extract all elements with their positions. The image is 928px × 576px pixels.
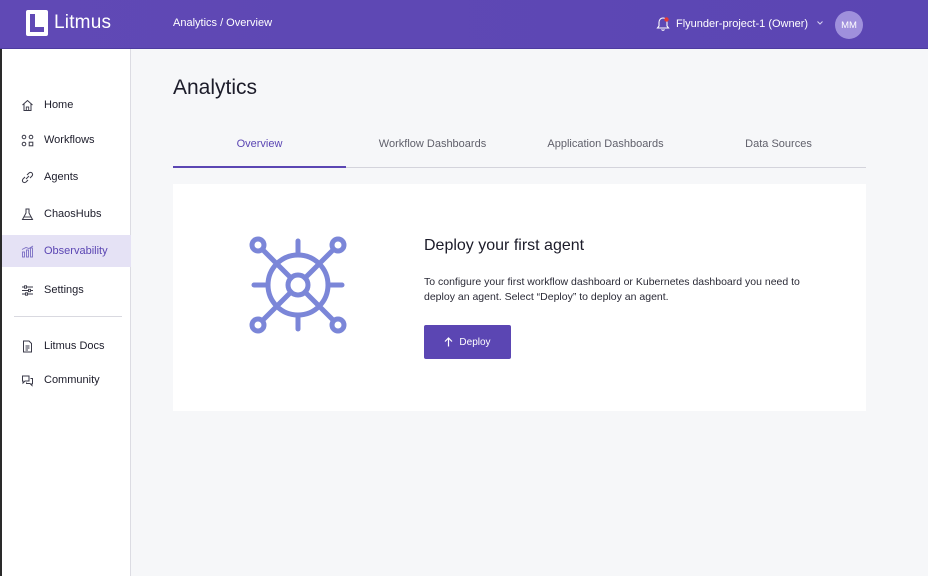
page-title: Analytics (173, 76, 258, 99)
deploy-button-label: Deploy (459, 336, 491, 348)
sidebar-item-chaoshubs[interactable]: ChaosHubs (2, 198, 131, 230)
sidebar-item-home[interactable]: Home (2, 89, 131, 121)
agents-icon (21, 171, 34, 183)
top-bar: Litmus Analytics / Overview Flyunder-pro… (0, 0, 928, 49)
card-description: To configure your first workflow dashboa… (424, 276, 800, 303)
tab-overview[interactable]: Overview (173, 132, 346, 167)
home-icon (22, 99, 33, 111)
settings-icon (22, 284, 33, 296)
tab-data-sources[interactable]: Data Sources (692, 132, 865, 167)
arrow-up-icon (444, 337, 453, 347)
agent-hub-icon (249, 236, 347, 334)
sidebar-item-litmus-docs[interactable]: Litmus Docs (2, 330, 131, 362)
tab-application-dashboards[interactable]: Application Dashboards (519, 132, 692, 167)
avatar[interactable]: MM (835, 11, 863, 39)
litmus-logo-icon (26, 10, 48, 36)
active-tab-indicator (173, 166, 346, 168)
deploy-button[interactable]: Deploy (424, 325, 511, 359)
sidebar-item-label: Settings (44, 284, 84, 296)
sidebar-item-label: Agents (44, 171, 79, 183)
logo-text: Litmus (54, 12, 112, 33)
sidebar-divider (14, 316, 122, 317)
sidebar-item-label: Workflows (44, 134, 95, 146)
sidebar-item-agents[interactable]: Agents (2, 161, 131, 193)
card-title: Deploy your first agent (424, 237, 585, 254)
sidebar-item-observability[interactable]: Observability (2, 235, 131, 267)
sidebar-item-settings[interactable]: Settings (2, 274, 131, 306)
deploy-agent-card: Deploy your first agent To configure you… (173, 184, 866, 411)
tab-bar: Overview Workflow Dashboards Application… (173, 132, 866, 168)
sidebar-item-label: ChaosHubs (44, 208, 102, 220)
litmus-logo[interactable]: Litmus (26, 10, 111, 36)
tab-workflow-dashboards[interactable]: Workflow Dashboards (346, 132, 519, 167)
sidebar-item-workflows[interactable]: Workflows (2, 124, 131, 156)
docs-icon (23, 340, 32, 352)
sidebar: Home Workflows Agents ChaosHubs Observab… (0, 49, 131, 576)
sidebar-item-label: Home (44, 99, 74, 111)
observability-icon (21, 245, 34, 257)
breadcrumb: Analytics / Overview (173, 17, 273, 29)
sidebar-item-label: Observability (44, 245, 108, 257)
workflows-icon (21, 134, 34, 146)
sidebar-item-label: Litmus Docs (44, 340, 105, 352)
chaoshubs-icon (21, 208, 34, 220)
community-icon (22, 375, 33, 387)
sidebar-item-community[interactable]: Community (2, 364, 131, 396)
bell-icon[interactable] (656, 16, 670, 32)
project-selector[interactable]: Flyunder-project-1 (Owner) (676, 18, 808, 30)
sidebar-item-label: Community (44, 374, 100, 386)
chevron-down-icon[interactable] (816, 19, 824, 27)
